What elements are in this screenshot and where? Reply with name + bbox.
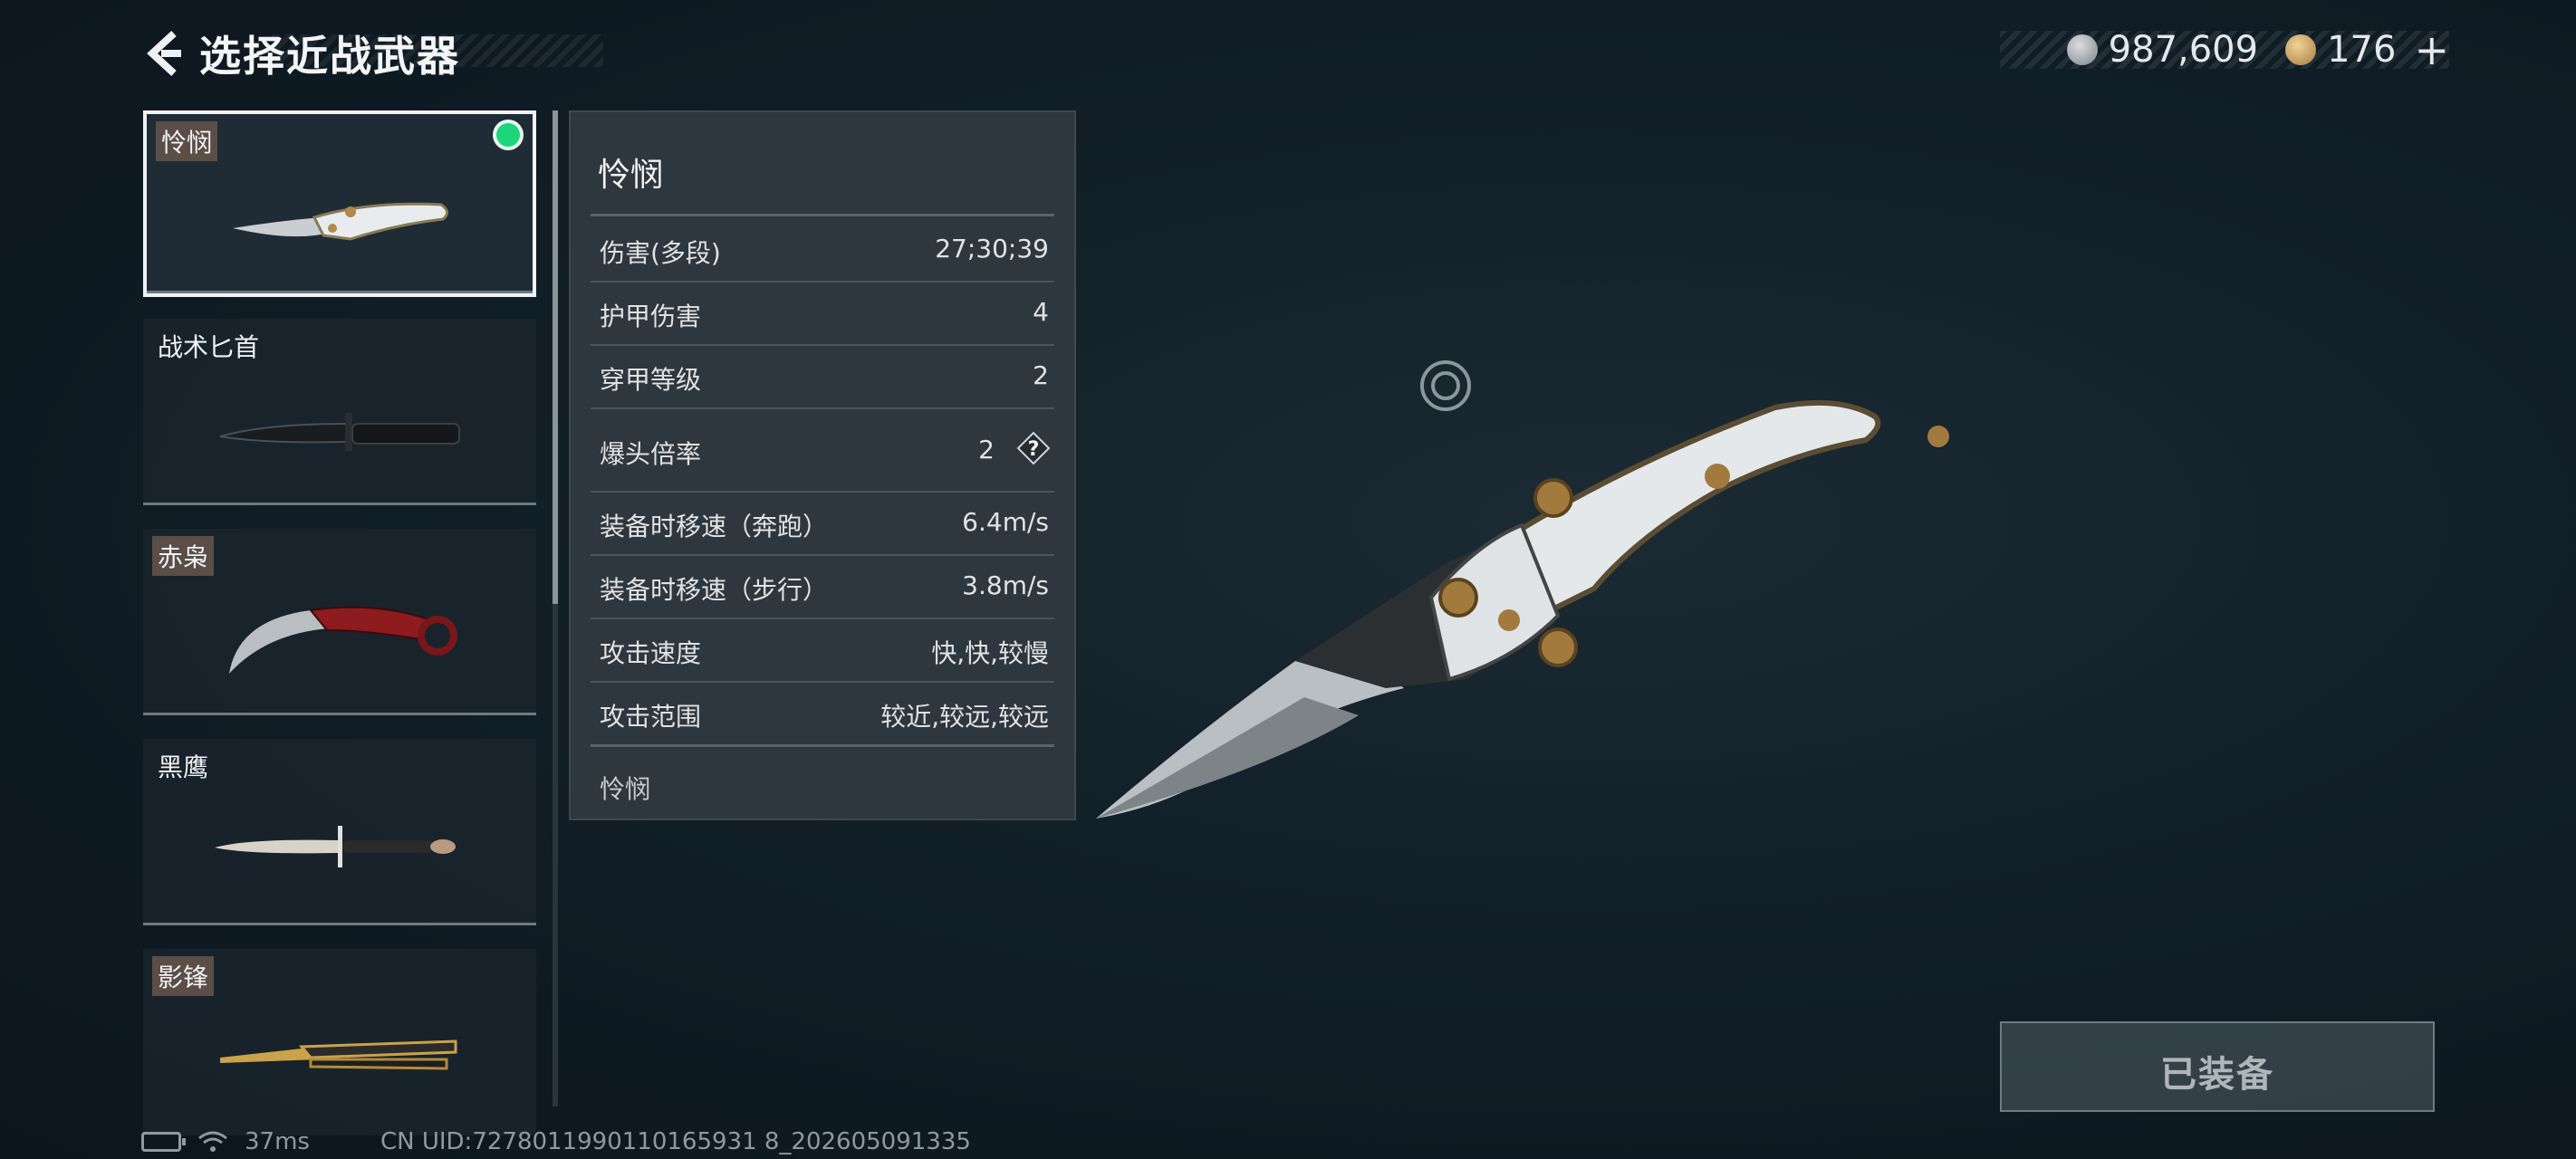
weapon-card-chixiao[interactable]: 赤枭 xyxy=(143,529,536,715)
silver-currency-value: 987,609 xyxy=(2108,29,2259,71)
weapon-list-scrollbar[interactable] xyxy=(553,110,558,1106)
panel-divider xyxy=(591,214,1054,216)
combat-knife-icon xyxy=(219,413,460,451)
help-icon[interactable]: ? xyxy=(1016,431,1051,465)
card-divider xyxy=(147,291,533,293)
wifi-icon xyxy=(198,1131,227,1152)
card-divider xyxy=(143,923,536,925)
stat-label: 装备时移速（奔跑） xyxy=(600,512,829,541)
stat-row-run-speed: 装备时移速（奔跑） 6.4m/s xyxy=(591,491,1054,556)
weapon-preview xyxy=(1096,399,1949,819)
gold-coin-icon xyxy=(2285,34,2317,65)
weapon-name: 影锋 xyxy=(152,956,215,996)
weapon-card-heiying[interactable]: 黑鹰 xyxy=(143,739,536,925)
silver-coin-icon xyxy=(2066,34,2098,65)
stat-label: 伤害(多段) xyxy=(600,238,721,268)
stat-value: 6.4m/s xyxy=(962,507,1049,537)
butterfly-knife-icon xyxy=(220,1039,457,1070)
stat-label: 穿甲等级 xyxy=(600,365,702,395)
card-divider xyxy=(143,713,536,715)
equipped-button-label: 已装备 xyxy=(2160,1054,2274,1096)
status-bar: 37ms CN UID:7278011990110165931 8_202605… xyxy=(141,1128,971,1155)
weapon-name: 怜悯 xyxy=(156,121,218,161)
help-glyph: ? xyxy=(1028,438,1040,461)
stat-row-damage: 伤害(多段) 27;30;39 xyxy=(591,217,1054,283)
stat-label: 护甲伤害 xyxy=(600,302,702,331)
currency-bar: 987,609 176 + xyxy=(2000,25,2449,74)
scrollbar-thumb[interactable] xyxy=(553,110,558,604)
weapon-card-tactical-dagger[interactable]: 战术匕首 xyxy=(143,319,536,505)
add-currency-button[interactable]: + xyxy=(2414,25,2449,74)
stat-value: 27;30;39 xyxy=(935,234,1049,263)
folding-knife-icon xyxy=(233,202,448,241)
stat-row-headshot: 爆头倍率 2 ? xyxy=(591,407,1054,493)
karambit-icon xyxy=(229,606,457,674)
weapon-card-lianmin[interactable]: 怜悯 xyxy=(143,110,536,297)
weapon-description: 怜悯 xyxy=(600,774,651,804)
dagger-icon xyxy=(215,826,456,867)
weapon-name: 战术匕首 xyxy=(158,332,260,362)
stat-value: 快,快,较慢 xyxy=(931,638,1049,668)
stat-value: 4 xyxy=(1033,297,1049,327)
stats-title: 怜悯 xyxy=(598,157,664,194)
ping-value: 37ms xyxy=(245,1128,310,1155)
weapon-name: 赤枭 xyxy=(152,536,215,576)
stat-label: 爆头倍率 xyxy=(600,439,702,469)
stat-row-attack-speed: 攻击速度 快,快,较慢 xyxy=(591,618,1054,683)
stat-value: 较近,较远,较远 xyxy=(880,702,1049,732)
back-button[interactable] xyxy=(141,22,187,85)
back-arrow-icon xyxy=(147,31,181,76)
stat-row-penetration: 穿甲等级 2 xyxy=(591,344,1054,409)
battery-icon xyxy=(141,1132,186,1152)
stat-row-attack-range: 攻击范围 较近,较远,较远 xyxy=(591,681,1054,747)
equipped-button[interactable]: 已装备 xyxy=(2000,1021,2435,1112)
stat-value: 2 xyxy=(1033,360,1049,390)
weapon-name: 黑鹰 xyxy=(158,752,209,782)
stat-label: 攻击范围 xyxy=(600,702,702,732)
stat-label: 装备时移速（步行） xyxy=(600,575,829,605)
stats-panel: 怜悯 伤害(多段) 27;30;39 护甲伤害 4 穿甲等级 2 爆头倍率 2 … xyxy=(569,110,1076,820)
weapon-card-yingfeng[interactable]: 影锋 xyxy=(143,949,536,1135)
stat-row-armor-damage: 护甲伤害 4 xyxy=(591,281,1054,346)
stat-row-walk-speed: 装备时移速（步行） 3.8m/s xyxy=(591,554,1054,619)
uid-text: CN UID:7278011990110165931 8_20260509133… xyxy=(380,1128,971,1155)
stat-value: 2 xyxy=(978,435,995,465)
stat-label: 攻击速度 xyxy=(600,638,702,668)
gold-currency-value: 176 xyxy=(2327,29,2397,71)
equipped-dot-icon xyxy=(496,123,520,147)
card-divider xyxy=(143,503,536,505)
title-decoration xyxy=(272,34,603,67)
stat-value: 3.8m/s xyxy=(962,570,1049,600)
